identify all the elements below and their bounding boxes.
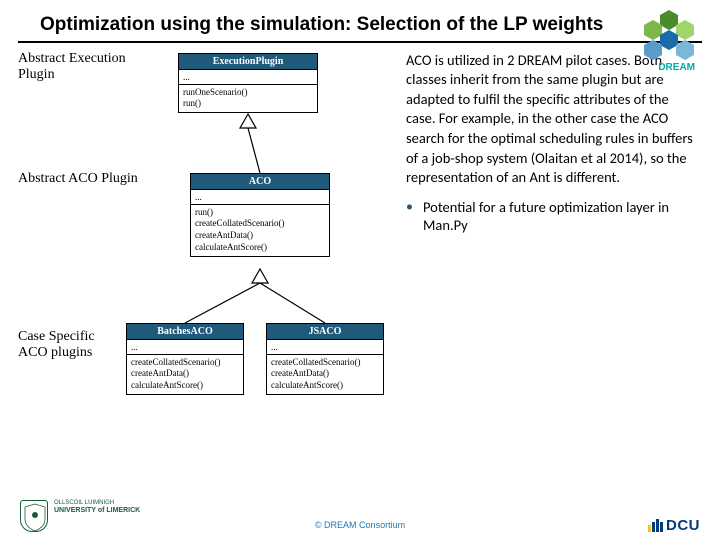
box-batches-aco: BatchesACO ... createCollatedScenario() … xyxy=(126,323,244,395)
method: calculateAntScore() xyxy=(131,380,239,392)
university-text: OLLSCOIL LUIMNIGH UNIVERSITY of LIMERICK xyxy=(54,500,140,514)
method: createCollatedScenario() xyxy=(131,357,239,369)
box-methods: runOneScenario() run() xyxy=(179,85,317,112)
dream-logo xyxy=(638,8,700,60)
box-header: BatchesACO xyxy=(127,324,243,340)
label-abstract-aco: Abstract ACO Plugin xyxy=(18,171,158,187)
method: calculateAntScore() xyxy=(195,242,325,254)
method: runOneScenario() xyxy=(183,87,313,99)
box-aco: ACO ... run() createCollatedScenario() c… xyxy=(190,173,330,257)
body-text: ACO is utilized in 2 DREAM pilot cases. … xyxy=(406,51,698,188)
diagram-panel: Abstract Execution Plugin Abstract ACO P… xyxy=(18,51,398,451)
univ-line2: UNIVERSITY of LIMERICK xyxy=(54,507,140,514)
dcu-text: DCU xyxy=(666,517,700,534)
page-header: Optimization using the simulation: Selec… xyxy=(18,0,702,43)
method: calculateAntScore() xyxy=(271,380,379,392)
box-header: ExecutionPlugin xyxy=(179,54,317,70)
box-header: JSACO xyxy=(267,324,383,340)
method: createAntData() xyxy=(195,230,325,242)
box-methods: createCollatedScenario() createAntData()… xyxy=(267,355,383,394)
page-title: Optimization using the simulation: Selec… xyxy=(40,14,680,37)
method: run() xyxy=(195,207,325,219)
text-panel: ACO is utilized in 2 DREAM pilot cases. … xyxy=(398,51,698,451)
box-attrs: ... xyxy=(179,70,317,85)
brand-text: DREAM xyxy=(658,62,695,73)
box-attrs: ... xyxy=(267,340,383,355)
box-execution-plugin: ExecutionPlugin ... runOneScenario() run… xyxy=(178,53,318,113)
bullet-icon: • xyxy=(406,198,413,234)
dcu-logo: DCU xyxy=(648,517,700,534)
bullet-text: Potential for a future optimization laye… xyxy=(423,198,698,234)
box-methods: run() createCollatedScenario() createAnt… xyxy=(191,205,329,256)
bullet-item: • Potential for a future optimization la… xyxy=(406,198,698,234)
box-attrs: ... xyxy=(127,340,243,355)
university-logo: OLLSCOIL LUIMNIGH UNIVERSITY of LIMERICK xyxy=(20,498,150,534)
method: createCollatedScenario() xyxy=(271,357,379,369)
method: createCollatedScenario() xyxy=(195,218,325,230)
box-methods: createCollatedScenario() createAntData()… xyxy=(127,355,243,394)
label-abstract-exec: Abstract Execution Plugin xyxy=(18,51,148,83)
method: createAntData() xyxy=(271,368,379,380)
copyright: © DREAM Consortium xyxy=(315,520,405,530)
content-area: Abstract Execution Plugin Abstract ACO P… xyxy=(0,43,720,459)
box-header: ACO xyxy=(191,174,329,190)
label-case-specific: Case Specific ACO plugins xyxy=(18,329,118,361)
box-js-aco: JSACO ... createCollatedScenario() creat… xyxy=(266,323,384,395)
shield-icon xyxy=(20,500,48,532)
method: run() xyxy=(183,98,313,110)
method: createAntData() xyxy=(131,368,239,380)
dcu-bars-icon xyxy=(648,519,663,532)
box-attrs: ... xyxy=(191,190,329,205)
univ-line1: OLLSCOIL LUIMNIGH xyxy=(54,500,140,507)
